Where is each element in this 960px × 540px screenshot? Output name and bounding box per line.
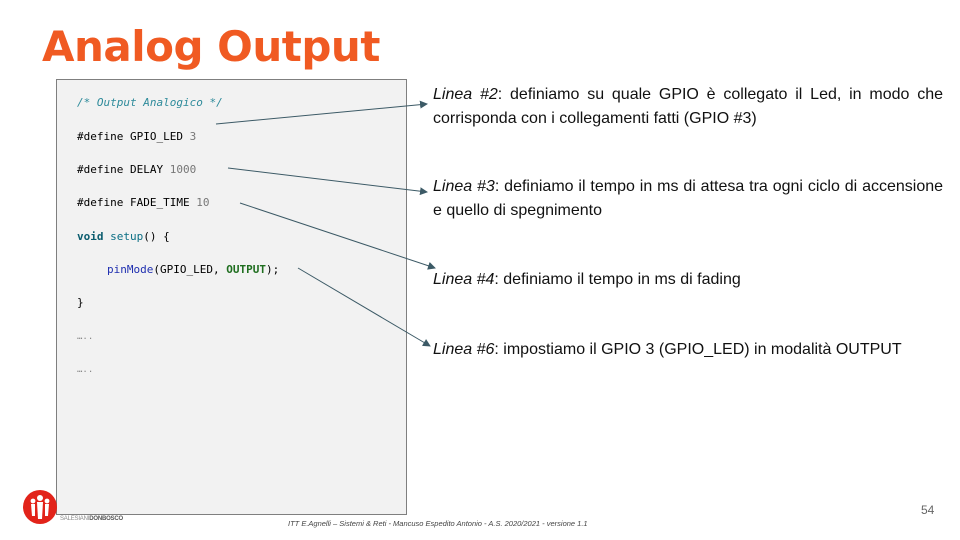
note-line-3: Linea #3: definiamo il tempo in ms di at… — [433, 175, 943, 223]
note-label: Linea #2 — [433, 86, 498, 103]
page-number: 54 — [921, 503, 935, 517]
note-line-4: Linea #4: definiamo il tempo in ms di fa… — [433, 268, 943, 292]
note-text: : definiamo il tempo in ms di fading — [494, 271, 741, 288]
arrow-line-6 — [297, 267, 431, 347]
note-label: Linea #4 — [433, 271, 495, 288]
note-line-2: Linea #2: definiamo su quale GPIO è coll… — [433, 83, 943, 131]
note-text: : impostiamo il GPIO 3 (GPIO_LED) in mod… — [494, 341, 902, 358]
slide-footer: ITT E.Agnelli – Sistemi & Reti - Mancuso… — [288, 519, 588, 528]
note-label: Linea #6 — [433, 341, 495, 358]
logo-wordmark: SALESIANIDONBOSCO — [60, 516, 123, 522]
salesiani-logo-icon — [23, 490, 57, 524]
note-text: : definiamo il tempo in ms di attesa tra… — [433, 178, 944, 219]
arrow-line-3 — [227, 167, 428, 196]
arrow-line-4 — [239, 202, 436, 270]
arrow-line-2 — [215, 100, 428, 125]
logo-text-light: SALESIANI — [60, 516, 90, 522]
note-line-6: Linea #6: impostiamo il GPIO 3 (GPIO_LED… — [433, 338, 943, 362]
logo-text-bold: DONBOSCO — [89, 516, 123, 522]
note-text: : definiamo su quale GPIO è collegato il… — [433, 86, 944, 127]
note-label: Linea #3 — [433, 178, 495, 195]
